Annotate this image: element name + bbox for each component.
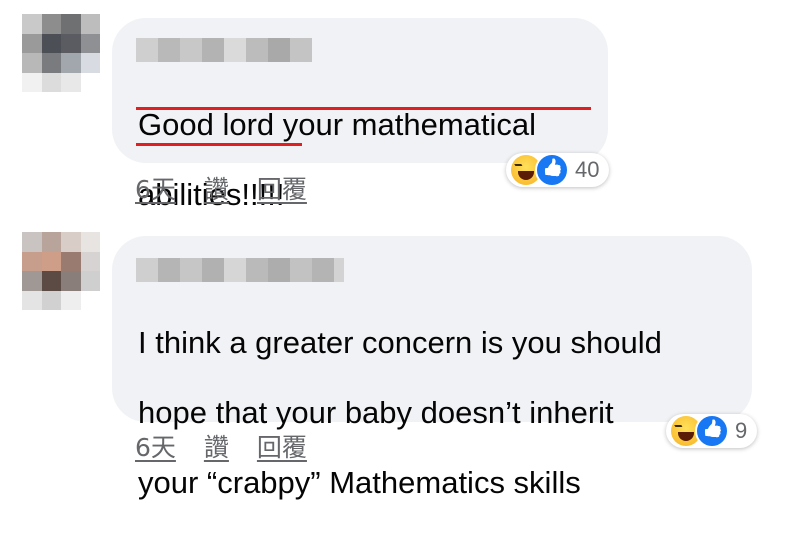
like-button[interactable]: 讚 xyxy=(204,170,229,206)
comment-bubble: I think a greater concern is you should … xyxy=(112,236,752,500)
comment-text-line: I think a greater concern is you should xyxy=(138,325,662,360)
comment-text: I think a greater concern is you should … xyxy=(138,290,662,535)
reactions-summary[interactable]: 9 xyxy=(666,414,758,448)
reply-button[interactable]: 回覆 xyxy=(257,428,307,464)
comment-text-line: Good lord your mathematical xyxy=(138,107,537,142)
red-underline xyxy=(136,107,591,110)
reaction-count: 9 xyxy=(735,418,748,443)
comment-text: Good lord your mathematical abilities!!!… xyxy=(138,72,536,247)
reply-button[interactable]: 回覆 xyxy=(257,170,307,206)
reaction-count: 40 xyxy=(575,157,600,182)
red-underline xyxy=(136,143,302,146)
author-name-blurred[interactable] xyxy=(136,38,312,62)
comment-text-line: hope that your baby doesn’t inherit xyxy=(138,395,614,430)
avatar[interactable] xyxy=(22,232,100,310)
comment-actions: 6天 讚 回覆 xyxy=(135,170,335,206)
reactions-summary[interactable]: 40 xyxy=(506,153,610,187)
timestamp-link[interactable]: 6天 xyxy=(135,170,176,206)
comment-bubble: Good lord your mathematical abilities!!!… xyxy=(112,18,608,212)
author-name-blurred[interactable] xyxy=(136,258,344,282)
timestamp-link[interactable]: 6天 xyxy=(135,428,176,464)
like-button[interactable]: 讚 xyxy=(204,428,229,464)
comment-text-line: your “crabpy” Mathematics skills xyxy=(138,465,581,500)
avatar[interactable] xyxy=(22,14,100,92)
like-icon xyxy=(695,414,729,448)
like-icon xyxy=(535,153,569,187)
comment-actions: 6天 讚 回覆 xyxy=(135,428,335,464)
